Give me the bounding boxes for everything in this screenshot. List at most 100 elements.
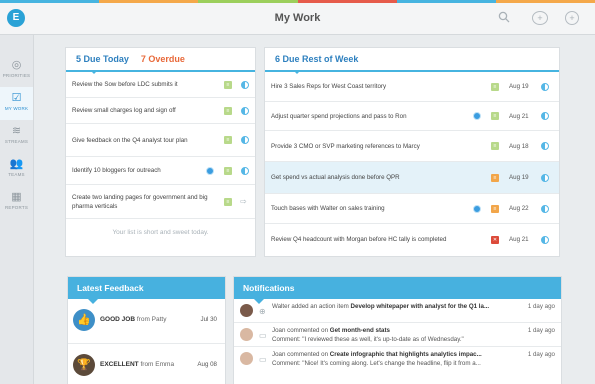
notification-link[interactable]: Get month-end stats [330, 327, 390, 334]
priority-icon[interactable] [541, 204, 549, 213]
due-date: Aug 21 [509, 112, 529, 120]
priority-icon[interactable] [241, 80, 249, 89]
task-title: Review Q4 headcount with Morgan before H… [271, 236, 447, 243]
tag-icon[interactable]: ≡ [491, 142, 499, 150]
task-row[interactable]: Hire 3 Sales Reps for West Coast territo… [265, 72, 559, 102]
checkbox-icon: ☑ [11, 92, 22, 104]
trophy-icon: 🏆 [73, 354, 95, 376]
priority-icon[interactable] [541, 82, 549, 91]
sidebar-item-priorities[interactable]: ◎ PRIORITIES [0, 54, 33, 87]
arrow-right-icon[interactable]: ⇨ [240, 197, 247, 206]
task-row[interactable]: Give feedback on the Q4 analyst tour pla… [66, 124, 255, 157]
feedback-text: EXCELLENT from Emma [100, 361, 174, 368]
sidebar-item-label: REPORTS [4, 205, 29, 210]
notification-item[interactable]: ⊕ Walter added an action item Develop wh… [234, 299, 561, 323]
tag-icon[interactable]: ≡ [224, 166, 232, 175]
notification-link[interactable]: Develop whitepaper with analyst for the … [351, 303, 490, 310]
tab-due-today[interactable]: 5 Due Today [76, 54, 129, 64]
task-row[interactable]: Review small charges log and sign off ≡ [66, 98, 255, 124]
tag-icon[interactable]: ✕ [491, 235, 499, 244]
task-row[interactable]: Provide 3 CMO or SVP marketing reference… [265, 131, 559, 162]
notifications-panel: Notifications ⊕ Walter added an action i… [233, 276, 562, 384]
priority-icon[interactable] [241, 166, 249, 175]
notification-text: Walter added an action item Develop whit… [272, 303, 489, 310]
sidebar-item-label: PRIORITIES [2, 73, 31, 78]
add-person-icon[interactable]: + [532, 11, 548, 25]
due-date: Aug 19 [509, 83, 529, 90]
tag-icon[interactable]: ≡ [491, 204, 499, 213]
notification-action: added an action item [289, 303, 351, 310]
task-title: Touch bases with Walter on sales trainin… [271, 205, 385, 212]
tag-icon[interactable]: ≡ [224, 106, 232, 115]
feedback-rating: EXCELLENT [100, 361, 139, 368]
due-today-header: 5 Due Today 7 Overdue [66, 48, 255, 72]
plus-icon[interactable]: + [565, 11, 579, 25]
status-icon[interactable] [473, 204, 481, 213]
tab-overdue[interactable]: 7 Overdue [141, 54, 185, 64]
feedback-from: from Patty [136, 316, 167, 323]
due-date: Aug 22 [509, 205, 529, 212]
notification-text: Joan commented on Create infographic tha… [272, 351, 482, 358]
task-row[interactable]: Identify 10 bloggers for outreach ≡ [66, 157, 255, 185]
priority-icon[interactable] [541, 112, 549, 120]
due-date: Aug 18 [509, 142, 529, 150]
priority-icon[interactable] [541, 142, 549, 150]
task-row[interactable]: Review Q4 headcount with Morgan before H… [265, 224, 559, 255]
priority-icon[interactable] [241, 136, 249, 144]
tag-icon[interactable]: ≡ [491, 173, 499, 182]
sidebar-item-teams[interactable]: 👥 TEAMS [0, 153, 33, 186]
task-title: Give feedback on the Q4 analyst tour pla… [72, 136, 188, 144]
notification-link[interactable]: Create infographic that highlights analy… [330, 351, 482, 358]
notification-item[interactable]: ▭ Joan commented on Create infographic t… [234, 347, 561, 371]
tag-icon[interactable]: ≡ [224, 136, 232, 144]
tag-icon[interactable]: ≡ [224, 80, 232, 89]
task-title: Create two landing pages for government … [72, 193, 208, 210]
status-icon[interactable] [473, 112, 481, 120]
avatar [240, 352, 253, 365]
sidebar-item-streams[interactable]: ≋ STREAMS [0, 120, 33, 153]
sidebar-item-label: MY WORK [4, 106, 29, 111]
latest-feedback-title: Latest Feedback [77, 283, 144, 293]
streams-icon: ≋ [11, 125, 22, 137]
tag-icon[interactable]: ≡ [491, 82, 499, 91]
feedback-date: Aug 08 [197, 361, 217, 368]
due-date: Aug 21 [509, 236, 529, 243]
feedback-text: GOOD JOB from Patty [100, 316, 166, 323]
feedback-item[interactable]: 🏆 EXCELLENT from Emma Aug 08 [68, 344, 225, 384]
tag-icon[interactable]: ≡ [224, 197, 232, 206]
feedback-rating: GOOD JOB [100, 316, 136, 323]
tab-rest-of-week[interactable]: 6 Due Rest of Week [275, 54, 358, 64]
rest-of-week-panel: 6 Due Rest of Week Hire 3 Sales Reps for… [264, 47, 560, 257]
task-row[interactable]: Review the Sow before LDC submits it ≡ [66, 72, 255, 98]
notification-time: 1 day ago [527, 303, 555, 310]
sidebar-item-reports[interactable]: ▦ REPORTS [0, 186, 33, 219]
task-title: Hire 3 Sales Reps for West Coast territo… [271, 83, 387, 90]
notification-item[interactable]: ▭ Joan commented on Get month-end stats … [234, 323, 561, 347]
notification-time: 1 day ago [527, 351, 555, 358]
task-row[interactable]: Adjust quarter spend projections and pas… [265, 102, 559, 131]
status-icon[interactable] [206, 166, 214, 175]
target-icon: ◎ [11, 59, 22, 71]
feedback-item[interactable]: 👍 GOOD JOB from Patty Jul 30 [68, 299, 225, 344]
task-row[interactable]: Create two landing pages for government … [66, 185, 255, 219]
top-bar: E My Work + + [0, 3, 595, 35]
priority-icon[interactable] [241, 106, 249, 115]
notification-actor: Walter [272, 303, 290, 310]
task-title: Get spend vs actual analysis done before… [271, 174, 400, 181]
people-icon: 👥 [9, 158, 24, 170]
task-title: Identify 10 bloggers for outreach [72, 167, 161, 174]
feedback-date: Jul 30 [200, 316, 217, 323]
notification-action: commented on [285, 327, 330, 334]
notifications-header: Notifications [234, 277, 561, 304]
sidebar: ◎ PRIORITIES ☑ MY WORK ≋ STREAMS 👥 TEAMS… [0, 35, 34, 384]
task-row[interactable]: Touch bases with Walter on sales trainin… [265, 194, 559, 224]
due-today-panel: 5 Due Today 7 Overdue Review the Sow bef… [65, 47, 256, 257]
search-icon[interactable] [497, 11, 511, 25]
thumbs-up-icon: 👍 [73, 309, 95, 331]
notification-action: commented on [285, 351, 330, 358]
priority-icon[interactable] [541, 235, 549, 244]
task-row[interactable]: Get spend vs actual analysis done before… [265, 162, 559, 194]
sidebar-item-my-work[interactable]: ☑ MY WORK [0, 87, 33, 120]
tag-icon[interactable]: ≡ [491, 112, 499, 120]
priority-icon[interactable] [541, 173, 549, 182]
